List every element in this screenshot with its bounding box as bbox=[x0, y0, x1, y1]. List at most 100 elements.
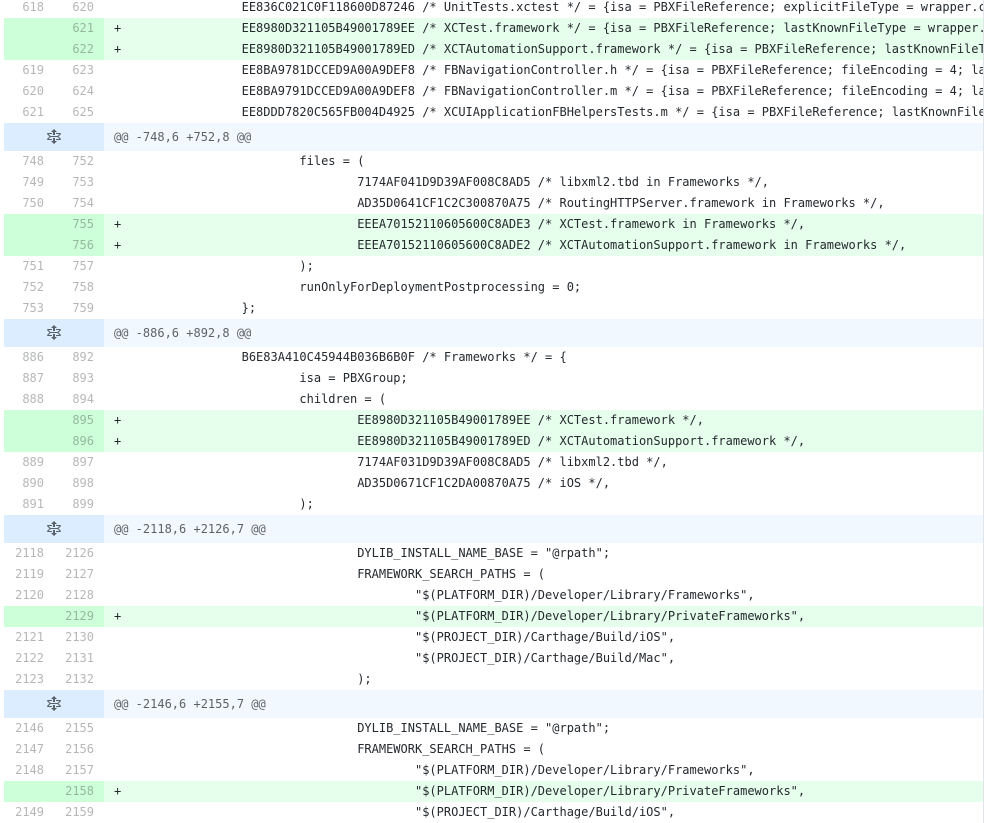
old-line-number[interactable] bbox=[4, 235, 54, 256]
old-line-number[interactable]: 2123 bbox=[4, 669, 54, 690]
new-line-number[interactable]: 753 bbox=[54, 172, 104, 193]
new-line-number[interactable]: 621 bbox=[54, 18, 104, 39]
old-line-number[interactable]: 753 bbox=[4, 298, 54, 319]
new-line-number[interactable]: 897 bbox=[54, 452, 104, 473]
new-line-number[interactable]: 2158 bbox=[54, 781, 104, 802]
old-line-number[interactable] bbox=[4, 410, 54, 431]
old-line-number[interactable]: 620 bbox=[4, 81, 54, 102]
old-line-number[interactable]: 890 bbox=[4, 473, 54, 494]
new-line-number[interactable]: 759 bbox=[54, 298, 104, 319]
diff-marker bbox=[104, 739, 126, 760]
new-line-number[interactable]: 896 bbox=[54, 431, 104, 452]
old-line-number[interactable]: 2122 bbox=[4, 648, 54, 669]
old-line-number[interactable]: 887 bbox=[4, 368, 54, 389]
expand-icon[interactable] bbox=[4, 690, 104, 718]
new-line-number[interactable]: 624 bbox=[54, 81, 104, 102]
new-line-number[interactable]: 2156 bbox=[54, 739, 104, 760]
new-line-number[interactable]: 758 bbox=[54, 277, 104, 298]
context-line-row: 753 759 }; bbox=[4, 298, 983, 319]
old-line-number[interactable]: 886 bbox=[4, 347, 54, 368]
code-line: "$(PROJECT_DIR)/Carthage/Build/iOS", bbox=[126, 802, 983, 823]
new-line-number[interactable]: 892 bbox=[54, 347, 104, 368]
old-line-number[interactable]: 891 bbox=[4, 494, 54, 515]
old-line-number[interactable] bbox=[4, 606, 54, 627]
code-line: EE8BA9781DCCED9A00A9DEF8 /* FBNavigation… bbox=[126, 60, 983, 81]
expand-icon[interactable] bbox=[4, 515, 104, 543]
new-line-number[interactable]: 894 bbox=[54, 389, 104, 410]
code-line: FRAMEWORK_SEARCH_PATHS = ( bbox=[126, 564, 983, 585]
context-line-row: 2123 2132 ); bbox=[4, 669, 983, 690]
diff-marker bbox=[104, 172, 126, 193]
new-line-number[interactable]: 898 bbox=[54, 473, 104, 494]
context-line-row: 749 753 7174AF041D9D39AF008C8AD5 /* libxm… bbox=[4, 172, 983, 193]
hunk-header-row: @@ -748,6 +752,8 @@ bbox=[4, 123, 983, 151]
old-line-number[interactable]: 888 bbox=[4, 389, 54, 410]
new-line-number[interactable]: 2155 bbox=[54, 718, 104, 739]
code-line: 7174AF041D9D39AF008C8AD5 /* libxml2.tbd … bbox=[126, 172, 983, 193]
old-line-number[interactable] bbox=[4, 39, 54, 60]
new-line-number[interactable]: 752 bbox=[54, 151, 104, 172]
new-line-number[interactable]: 2131 bbox=[54, 648, 104, 669]
new-line-number[interactable]: 2127 bbox=[54, 564, 104, 585]
old-line-number[interactable] bbox=[4, 431, 54, 452]
new-line-number[interactable]: 620 bbox=[54, 0, 104, 18]
expand-icon[interactable] bbox=[4, 123, 104, 151]
new-line-number[interactable]: 755 bbox=[54, 214, 104, 235]
code-line: DYLIB_INSTALL_NAME_BASE = "@rpath"; bbox=[126, 543, 983, 564]
context-line-row: 2149 2159 "$(PROJECT_DIR)/Carthage/Build/… bbox=[4, 802, 983, 823]
old-line-number[interactable]: 2147 bbox=[4, 739, 54, 760]
old-line-number[interactable]: 619 bbox=[4, 60, 54, 81]
old-line-number[interactable]: 621 bbox=[4, 102, 54, 123]
new-line-number[interactable]: 2129 bbox=[54, 606, 104, 627]
context-line-row: 620 624 EE8BA9791DCCED9A00A9DEF8 /* FBNav… bbox=[4, 81, 983, 102]
new-line-number[interactable]: 893 bbox=[54, 368, 104, 389]
diff-marker: + bbox=[104, 18, 126, 39]
old-line-number[interactable]: 889 bbox=[4, 452, 54, 473]
old-line-number[interactable]: 2121 bbox=[4, 627, 54, 648]
old-line-number[interactable]: 749 bbox=[4, 172, 54, 193]
diff-marker bbox=[104, 256, 126, 277]
code-line: runOnlyForDeploymentPostprocessing = 0; bbox=[126, 277, 983, 298]
old-line-number[interactable]: 2118 bbox=[4, 543, 54, 564]
old-line-number[interactable] bbox=[4, 18, 54, 39]
new-line-number[interactable]: 622 bbox=[54, 39, 104, 60]
old-line-number[interactable]: 2146 bbox=[4, 718, 54, 739]
context-line-row: 2122 2131 "$(PROJECT_DIR)/Carthage/Build/… bbox=[4, 648, 983, 669]
code-line: EE8980D321105B49001789ED /* XCTAutomatio… bbox=[126, 431, 983, 452]
old-line-number[interactable]: 618 bbox=[4, 0, 54, 18]
new-line-number[interactable]: 895 bbox=[54, 410, 104, 431]
old-line-number[interactable]: 748 bbox=[4, 151, 54, 172]
new-line-number[interactable]: 2132 bbox=[54, 669, 104, 690]
new-line-number[interactable]: 2126 bbox=[54, 543, 104, 564]
diff-marker: + bbox=[104, 431, 126, 452]
old-line-number[interactable]: 751 bbox=[4, 256, 54, 277]
new-line-number[interactable]: 754 bbox=[54, 193, 104, 214]
code-line: "$(PROJECT_DIR)/Carthage/Build/Mac", bbox=[126, 648, 983, 669]
new-line-number[interactable]: 2159 bbox=[54, 802, 104, 823]
old-line-number[interactable]: 752 bbox=[4, 277, 54, 298]
old-line-number[interactable]: 2149 bbox=[4, 802, 54, 823]
expand-icon[interactable] bbox=[4, 319, 104, 347]
old-line-number[interactable]: 2148 bbox=[4, 760, 54, 781]
diff-marker bbox=[104, 81, 126, 102]
new-line-number[interactable]: 899 bbox=[54, 494, 104, 515]
diff-marker: + bbox=[104, 39, 126, 60]
new-line-number[interactable]: 625 bbox=[54, 102, 104, 123]
new-line-number[interactable]: 757 bbox=[54, 256, 104, 277]
old-line-number[interactable] bbox=[4, 781, 54, 802]
new-line-number[interactable]: 2130 bbox=[54, 627, 104, 648]
new-line-number[interactable]: 756 bbox=[54, 235, 104, 256]
old-line-number[interactable]: 750 bbox=[4, 193, 54, 214]
code-line: DYLIB_INSTALL_NAME_BASE = "@rpath"; bbox=[126, 718, 983, 739]
diff-marker: + bbox=[104, 214, 126, 235]
old-line-number[interactable] bbox=[4, 214, 54, 235]
hunk-header-row: @@ -2146,6 +2155,7 @@ bbox=[4, 690, 983, 718]
old-line-number[interactable]: 2119 bbox=[4, 564, 54, 585]
old-line-number[interactable]: 2120 bbox=[4, 585, 54, 606]
context-line-row: 886 892 B6E83A410C45944B036B6B0F /* Frame… bbox=[4, 347, 983, 368]
new-line-number[interactable]: 623 bbox=[54, 60, 104, 81]
new-line-number[interactable]: 2128 bbox=[54, 585, 104, 606]
context-line-row: 748 752 files = ( bbox=[4, 151, 983, 172]
new-line-number[interactable]: 2157 bbox=[54, 760, 104, 781]
code-line: EE8980D321105B49001789EE /* XCTest.frame… bbox=[126, 18, 983, 39]
